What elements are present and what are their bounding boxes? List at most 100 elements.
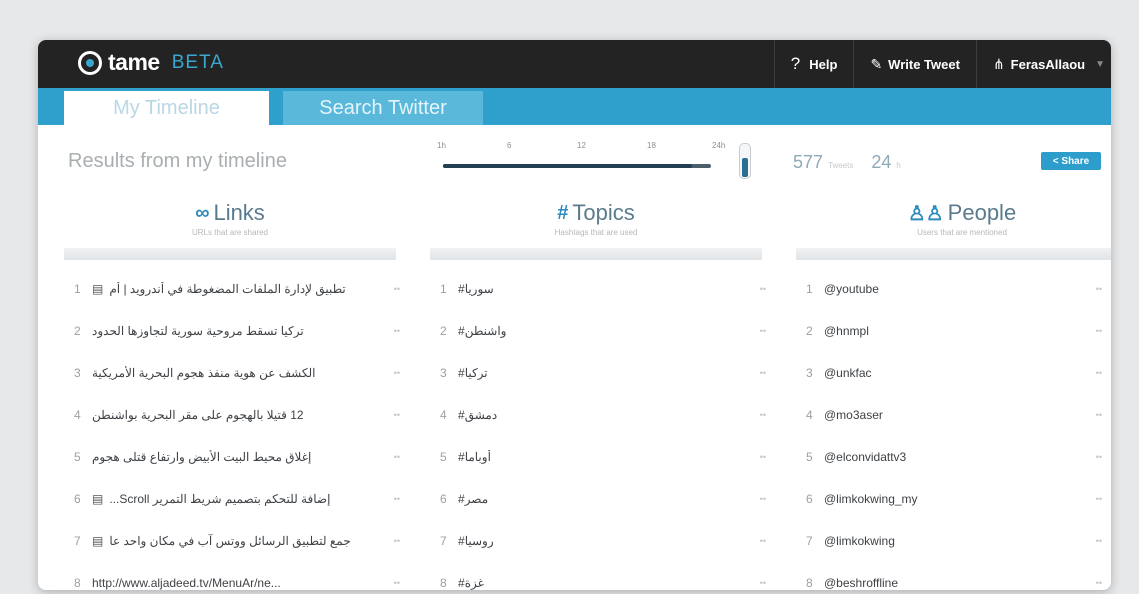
list-item[interactable]: 5 إغلاق محيط البيت الأبيض وارتفاع قتلى هج…	[74, 436, 404, 478]
time-range-slider[interactable]: 1h 6 12 18 24h	[423, 141, 753, 181]
topics-divider	[430, 248, 762, 260]
list-item[interactable]: 6 @limkokwing_my ••	[806, 478, 1106, 520]
link-text: جمع لتطبيق الرسائل ووتس آب في مكان واحد …	[109, 534, 351, 548]
row-number: 1	[806, 282, 813, 296]
row-number: 5	[440, 450, 447, 464]
people-icon: ♙♙	[907, 202, 944, 225]
list-item[interactable]: 4 @mo3aser ••	[806, 394, 1106, 436]
row-count: ••	[393, 410, 400, 420]
topic-text: #روسيا	[458, 534, 494, 548]
row-count: ••	[759, 410, 766, 420]
row-count: ••	[1095, 368, 1102, 378]
row-number: 2	[440, 324, 447, 338]
top-bar: tame BETA ? Help ✎ Write Tweet ⋔ FerasAl…	[38, 40, 1111, 88]
list-item[interactable]: 3 الكشف عن هوية منفذ هجوم البحرية الأمريك…	[74, 352, 404, 394]
slider-handle[interactable]	[739, 143, 751, 179]
row-number: 6	[806, 492, 813, 506]
top-nav: ? Help ✎ Write Tweet ⋔ FerasAllaou ▼	[773, 40, 1111, 88]
row-number: 1	[74, 282, 81, 296]
person-handle: @hnmpl	[824, 324, 869, 338]
help-button[interactable]: ? Help	[773, 40, 854, 88]
topic-text: #سوريا	[458, 282, 494, 296]
list-item[interactable]: 7 @limkokwing ••	[806, 520, 1106, 562]
link-text: http://www.aljadeed.tv/MenuAr/ne...	[92, 576, 281, 590]
list-item[interactable]: 2 تركيا تسقط مروحية سورية لتجاوزها الحدود…	[74, 310, 404, 352]
list-item[interactable]: 2 @hnmpl ••	[806, 310, 1106, 352]
list-item[interactable]: 8 #غزة ••	[440, 562, 770, 590]
topic-text: #أوباما	[458, 450, 491, 464]
document-icon: ▤	[92, 282, 104, 296]
list-item[interactable]: 1 @youtube ••	[806, 268, 1106, 310]
row-count: ••	[393, 284, 400, 294]
person-handle: @beshroffline	[824, 576, 899, 590]
topic-text: #دمشق	[458, 408, 498, 422]
compose-icon: ✎	[870, 55, 883, 72]
tab-search-twitter[interactable]: Search Twitter	[283, 91, 483, 125]
row-number: 2	[74, 324, 81, 338]
user-menu[interactable]: ⋔ FerasAllaou ▼	[975, 40, 1111, 88]
row-count: ••	[759, 578, 766, 588]
list-item[interactable]: 6 #مصر ••	[440, 478, 770, 520]
slider-tick: 1h	[437, 141, 446, 150]
list-item[interactable]: 4 12 قتيلا بالهجوم على مقر البحرية بواشنط…	[74, 394, 404, 436]
link-text: إضافة للتحكم بتصميم شريط التمرير Scroll.…	[109, 492, 331, 506]
links-header: ∞ Links URLs that are shared	[64, 200, 396, 237]
hours-unit: h	[896, 161, 901, 170]
row-count: ••	[1095, 494, 1102, 504]
app-window: tame BETA ? Help ✎ Write Tweet ⋔ FerasAl…	[38, 40, 1111, 590]
row-number: 4	[74, 408, 81, 422]
list-item[interactable]: 3 #تركيا ••	[440, 352, 770, 394]
topic-text: #تركيا	[458, 366, 488, 380]
topic-text: #واشنطن	[458, 324, 507, 338]
tweet-count: 577	[793, 152, 824, 172]
person-handle: @unkfac	[824, 366, 872, 380]
row-count: ••	[759, 452, 766, 462]
row-number: 7	[440, 534, 447, 548]
list-item[interactable]: 3 @unkfac ••	[806, 352, 1106, 394]
row-count: ••	[393, 326, 400, 336]
row-count: ••	[1095, 284, 1102, 294]
tab-bar: My Timeline Search Twitter	[38, 88, 1111, 125]
list-item[interactable]: 5 #أوباما ••	[440, 436, 770, 478]
tab-my-timeline[interactable]: My Timeline	[64, 91, 269, 125]
tweet-count-unit: Tweets	[828, 161, 854, 170]
row-number: 1	[440, 282, 447, 296]
list-item[interactable]: 6 ▤ إضافة للتحكم بتصميم شريط التمرير Scrol…	[74, 478, 404, 520]
list-item[interactable]: 1 #سوريا ••	[440, 268, 770, 310]
list-item[interactable]: 4 #دمشق ••	[440, 394, 770, 436]
hours-count: 24	[871, 152, 892, 172]
row-number: 8	[440, 576, 447, 590]
link-text: إغلاق محيط البيت الأبيض وارتفاع قتلى هجو…	[92, 450, 312, 464]
logo[interactable]: tame BETA	[78, 49, 224, 76]
app-name: tame	[108, 49, 160, 75]
write-tweet-button[interactable]: ✎ Write Tweet	[853, 40, 976, 88]
list-item[interactable]: 5 @elconvidattv3 ••	[806, 436, 1106, 478]
share-button[interactable]: < Share	[1041, 152, 1101, 170]
row-number: 4	[806, 408, 813, 422]
row-count: ••	[393, 368, 400, 378]
row-count: ••	[759, 284, 766, 294]
write-tweet-label: Write Tweet	[888, 56, 960, 72]
list-item[interactable]: 7 #روسيا ••	[440, 520, 770, 562]
slider-track[interactable]	[443, 164, 711, 168]
row-count: ••	[393, 578, 400, 588]
row-number: 8	[806, 576, 813, 590]
slider-ticks: 1h 6 12 18 24h	[437, 141, 727, 155]
topics-list: 1 #سوريا •• 2 #واشنطن •• 3 #تركيا •• 4 #دمشق •• …	[440, 268, 770, 590]
row-count: ••	[759, 536, 766, 546]
list-item[interactable]: 7 ▤ جمع لتطبيق الرسائل ووتس آب في مكان واح…	[74, 520, 404, 562]
person-handle: @limkokwing	[824, 534, 895, 548]
list-item[interactable]: 1 ▤ تطبيق لإدارة الملفات المضغوطة في أندرو…	[74, 268, 404, 310]
list-item[interactable]: 8 http://www.aljadeed.tv/MenuAr/ne... ••	[74, 562, 404, 590]
links-title: Links	[213, 200, 265, 225]
topic-text: #مصر	[458, 492, 489, 506]
slider-tick: 18	[647, 141, 656, 150]
list-item[interactable]: 2 #واشنطن ••	[440, 310, 770, 352]
list-item[interactable]: 8 @beshroffline ••	[806, 562, 1106, 590]
slider-fill	[443, 164, 693, 168]
stats: 577 Tweets 24 h	[793, 152, 901, 173]
row-number: 4	[440, 408, 447, 422]
person-handle: @youtube	[824, 282, 879, 296]
people-title: People	[947, 200, 1017, 225]
row-number: 6	[440, 492, 447, 506]
